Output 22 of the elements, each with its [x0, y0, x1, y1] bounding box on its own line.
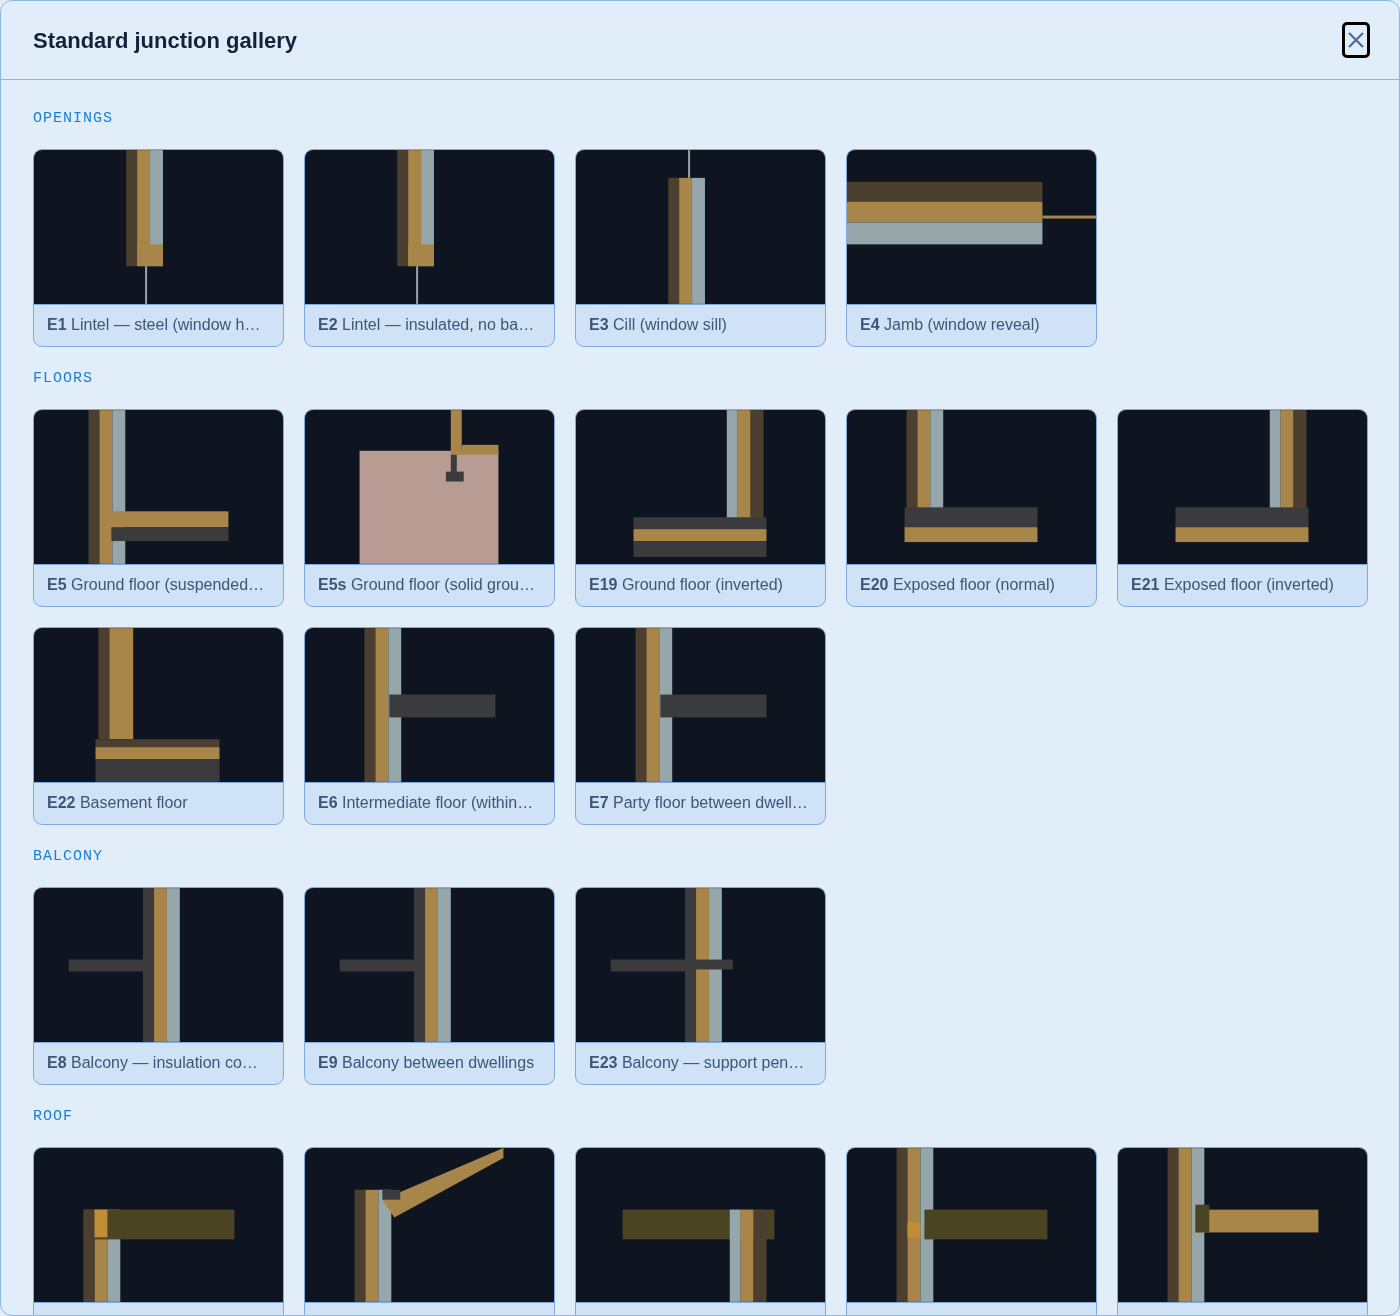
junction-card[interactable]: E4 Jamb (window reveal) [846, 149, 1097, 347]
junction-card[interactable]: E9 Balcony between dwellings [304, 887, 555, 1085]
close-icon [1347, 31, 1365, 49]
junction-card[interactable]: E1 Lintel — steel (window h… [33, 149, 284, 347]
junction-card[interactable]: E21 Exposed floor (inverted) [1117, 409, 1368, 607]
junction-card[interactable]: E8 Balcony — insulation co… [33, 887, 284, 1085]
close-button[interactable] [1342, 22, 1370, 58]
junction-card[interactable]: E6 Intermediate floor (within… [304, 627, 555, 825]
junction-card[interactable]: E20 Exposed floor (normal) [846, 409, 1097, 607]
junction-card[interactable]: E22 Basement floor [33, 627, 284, 825]
section-heading: BALCONY [33, 847, 103, 867]
junction-card[interactable]: E23 Balcony — support pen… [575, 887, 826, 1085]
junction-card[interactable]: E7 Party floor between dwell… [575, 627, 826, 825]
junction-card[interactable]: E5s Ground floor (solid grou… [304, 409, 555, 607]
junction-card[interactable]: E2 Lintel — insulated, no ba… [304, 149, 555, 347]
junction-card[interactable]: E3 Cill (window sill) [575, 149, 826, 347]
junction-card[interactable]: E19 Ground floor (inverted) [575, 409, 826, 607]
section-heading: OPENINGS [33, 109, 113, 129]
section-heading: ROOF [33, 1107, 73, 1127]
section-heading: FLOORS [33, 369, 93, 389]
junction-card[interactable]: E5 Ground floor (suspended… [33, 409, 284, 607]
dialog-title: Standard junction gallery [33, 26, 298, 55]
